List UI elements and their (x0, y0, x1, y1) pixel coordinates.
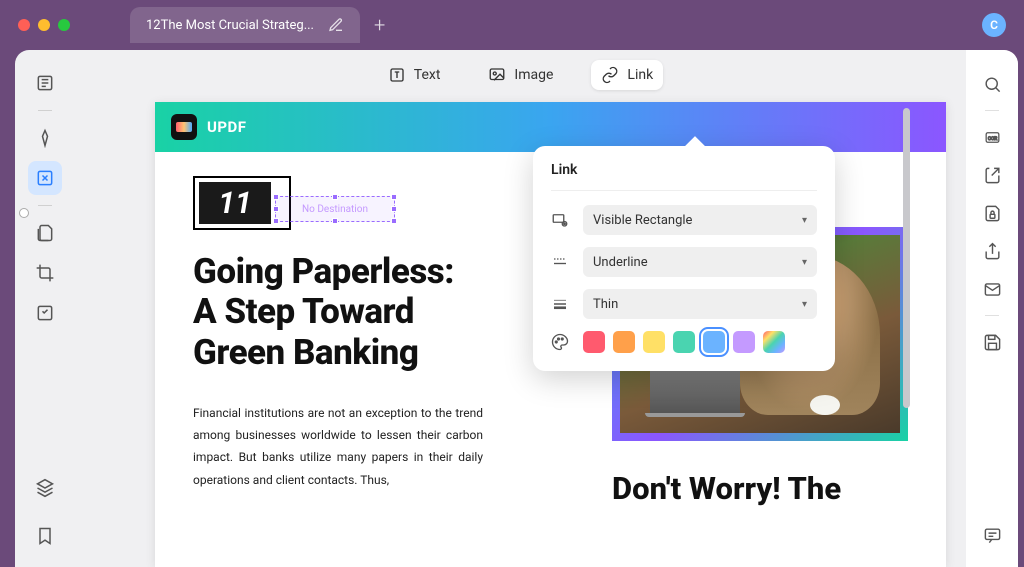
highlight-tool[interactable] (28, 121, 62, 155)
visibility-row: Visible Rectangle (551, 205, 817, 235)
link-properties-popup: Link Visible Rectangle Underline Thin (533, 146, 835, 371)
resize-handle[interactable] (332, 218, 338, 224)
text-icon (388, 66, 406, 84)
style-value: Underline (593, 255, 648, 270)
email-button[interactable] (976, 273, 1008, 305)
resize-handle[interactable] (391, 218, 397, 224)
color-teal[interactable] (673, 331, 695, 353)
style-select[interactable]: Underline (583, 247, 817, 277)
resize-handle[interactable] (273, 194, 279, 200)
page-indicator-dot[interactable] (19, 208, 29, 218)
crop-tool[interactable] (28, 256, 62, 290)
left-sidebar (15, 50, 75, 567)
reader-tool[interactable] (28, 66, 62, 100)
maximize-window-button[interactable] (58, 19, 70, 31)
article-subtitle: Don't Worry! The (612, 472, 908, 506)
style-row: Underline (551, 247, 817, 277)
edit-tool[interactable] (28, 161, 62, 195)
brand-text: UPDF (207, 118, 247, 136)
search-button[interactable] (976, 68, 1008, 100)
new-tab-button[interactable]: + (374, 13, 385, 37)
comment-button[interactable] (976, 519, 1008, 551)
color-blue[interactable] (703, 331, 725, 353)
svg-text:OCR: OCR (987, 135, 996, 141)
save-button[interactable] (976, 326, 1008, 358)
underline-style-icon (551, 253, 569, 271)
color-purple[interactable] (733, 331, 755, 353)
bookmark-tool[interactable] (28, 519, 62, 553)
share-button[interactable] (976, 235, 1008, 267)
resize-handle[interactable] (273, 218, 279, 224)
separator (38, 110, 52, 111)
title-line: Green Banking (193, 333, 454, 373)
color-orange[interactable] (613, 331, 635, 353)
updf-logo-icon (171, 114, 197, 140)
resize-handle[interactable] (273, 206, 279, 212)
page-number: 11 (199, 182, 271, 224)
article-title: Going Paperless: A Step Toward Green Ban… (193, 252, 454, 373)
visibility-value: Visible Rectangle (593, 213, 692, 228)
window-controls (18, 19, 70, 31)
link-tool-label: Link (627, 67, 653, 83)
main-window: Text Image Link UPDF 11 No Destination (15, 50, 1018, 567)
separator (985, 315, 999, 316)
image-tool-label: Image (514, 67, 553, 83)
edit-toolbar: Text Image Link (75, 50, 966, 100)
visibility-select[interactable]: Visible Rectangle (583, 205, 817, 235)
title-line: A Step Toward (193, 292, 454, 332)
close-window-button[interactable] (18, 19, 30, 31)
edit-tab-icon[interactable] (328, 17, 344, 33)
link-annotation-selection[interactable]: No Destination (275, 196, 395, 222)
resize-handle[interactable] (391, 194, 397, 200)
right-sidebar: OCR (966, 50, 1018, 567)
palette-icon (551, 333, 569, 351)
color-custom[interactable] (763, 331, 785, 353)
document-header: UPDF (155, 102, 946, 152)
color-row (551, 331, 817, 353)
document-tab[interactable]: 12The Most Crucial Strateg... (130, 7, 360, 43)
title-line: Going Paperless: (193, 252, 454, 292)
separator (985, 110, 999, 111)
layers-tool[interactable] (28, 471, 62, 505)
thickness-select[interactable]: Thin (583, 289, 817, 319)
form-tool[interactable] (28, 296, 62, 330)
ocr-button[interactable]: OCR (976, 121, 1008, 153)
link-placeholder-text: No Destination (302, 204, 368, 215)
pages-tool[interactable] (28, 216, 62, 250)
popup-title: Link (551, 162, 817, 191)
resize-handle[interactable] (332, 194, 338, 200)
minimize-window-button[interactable] (38, 19, 50, 31)
image-icon (488, 66, 506, 84)
visibility-icon (551, 211, 569, 229)
image-tool[interactable]: Image (478, 60, 563, 90)
text-tool-label: Text (414, 67, 441, 83)
color-swatches (583, 331, 785, 353)
thickness-icon (551, 295, 569, 313)
thickness-value: Thin (593, 297, 618, 312)
titlebar: 12The Most Crucial Strateg... + C (0, 0, 1024, 50)
scrollbar-thumb[interactable] (903, 108, 910, 408)
scrollbar[interactable] (903, 108, 910, 508)
cup-illustration (810, 395, 840, 415)
center-area: Text Image Link UPDF 11 No Destination (75, 50, 966, 567)
convert-button[interactable] (976, 159, 1008, 191)
color-yellow[interactable] (643, 331, 665, 353)
thickness-row: Thin (551, 289, 817, 319)
link-tool[interactable]: Link (591, 60, 663, 90)
resize-handle[interactable] (391, 206, 397, 212)
protect-button[interactable] (976, 197, 1008, 229)
article-body: Financial institutions are not an except… (193, 402, 483, 491)
text-tool[interactable]: Text (378, 60, 451, 90)
separator (38, 205, 52, 206)
tab-title: 12The Most Crucial Strateg... (146, 18, 316, 33)
color-red[interactable] (583, 331, 605, 353)
link-icon (601, 66, 619, 84)
user-avatar[interactable]: C (982, 13, 1006, 37)
